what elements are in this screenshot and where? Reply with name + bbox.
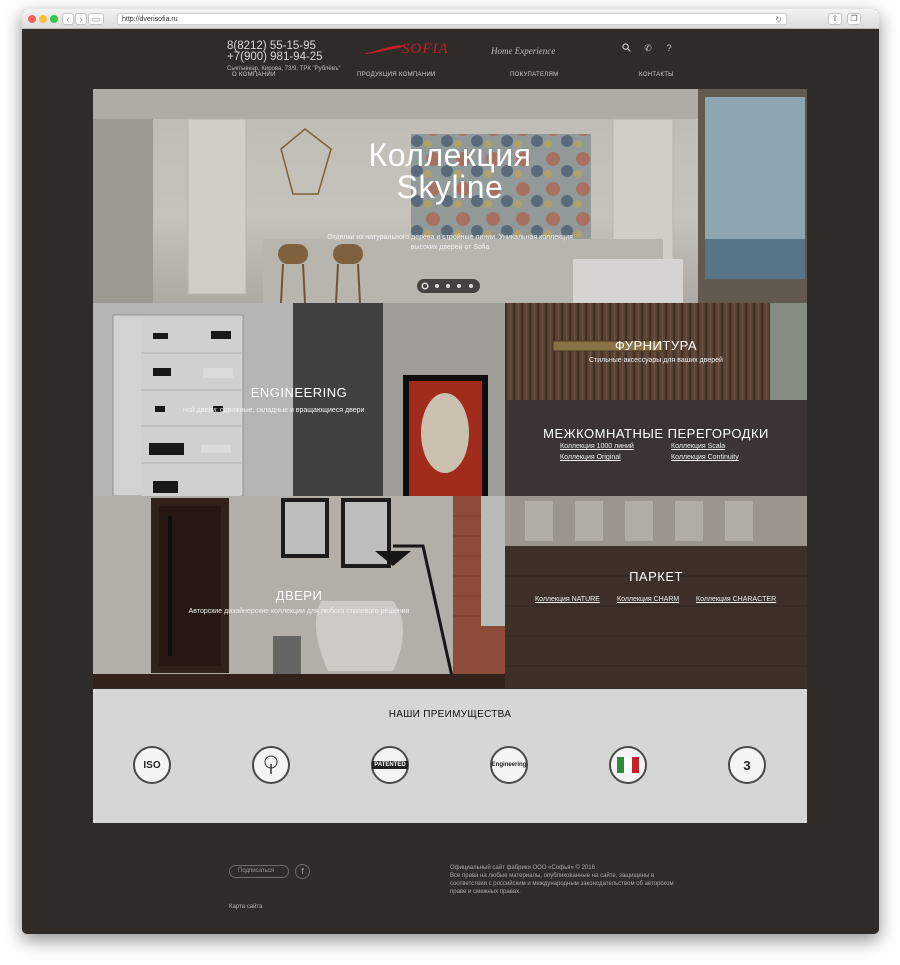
help-icon[interactable]: ? <box>663 43 675 55</box>
tile-hardware[interactable]: ФУРНИТУРА Стильные аксессуары для ваших … <box>505 303 807 400</box>
nav-contacts[interactable]: КОНТАКТЫ <box>639 72 674 78</box>
sitemap-link[interactable]: Карта сайта <box>229 904 262 910</box>
parquet-link-charm[interactable]: Коллекция CHARM <box>617 596 679 603</box>
nav-about[interactable]: О КОМПАНИИ <box>232 72 276 78</box>
slider-dot-4[interactable] <box>457 284 461 288</box>
partitions-title: МЕЖКОМНАТНЫЕ ПЕРЕГОРОДКИ <box>543 426 769 441</box>
contact-block: 8(8212) 55-15-95 +7(900) 981-94-25 Сыкты… <box>227 40 341 75</box>
nav-products[interactable]: ПРОДУКЦИЯ КОМПАНИИ <box>357 72 436 78</box>
close-window-icon[interactable] <box>28 15 36 23</box>
benefits-title: НАШИ ПРЕИМУЩЕСТВА <box>388 709 512 720</box>
doors-subtitle: Авторские дизайнерские коллекции для люб… <box>188 608 410 615</box>
tile-parquet[interactable]: ПАРКЕТ Коллекция NATURE Коллекция CHARM … <box>505 496 807 688</box>
benefits-section: НАШИ ПРЕИМУЩЕСТВА ISO PATENTED Engineeri… <box>93 689 807 823</box>
doors-title: ДВЕРИ <box>275 588 323 603</box>
url-text: http://dverisofia.ru <box>122 16 178 23</box>
forward-button[interactable]: › <box>75 13 87 25</box>
parquet-link-nature[interactable]: Коллекция NATURE <box>535 596 600 603</box>
warranty-badge-icon: 3 <box>728 746 766 784</box>
legal-text: Официальный сайт фабрики ООО «Софья» © 2… <box>450 864 690 896</box>
back-button[interactable]: ‹ <box>62 13 74 25</box>
site-header: 8(8212) 55-15-95 +7(900) 981-94-25 Сыкты… <box>22 29 879 89</box>
hardware-title: ФУРНИТУРА <box>614 338 698 353</box>
logo-swoosh-icon <box>364 45 404 54</box>
hero-subtitle-line2: высоких дверей от Sofia <box>410 244 490 251</box>
nav-customers[interactable]: ПОКУПАТЕЛЯМ <box>510 72 558 78</box>
patented-badge-label: PATENTED <box>372 761 408 769</box>
sidebar-toggle-icon[interactable]: ▭ <box>88 13 104 25</box>
partitions-link-1000[interactable]: Коллекция 1000 линий <box>560 443 634 450</box>
engineering-title: ENGINEERING <box>250 385 348 400</box>
browser-window: ‹ › ▭ http://dverisofia.ru ↻ ⇧ ❐ 8(8212)… <box>22 9 879 934</box>
engineering-badge-label: Engineering <box>491 762 527 768</box>
partitions-link-scala[interactable]: Коллекция Scala <box>671 443 725 450</box>
share-icon[interactable]: ⇧ <box>828 13 842 25</box>
hero-slider[interactable]: Коллекция Skyline Отделки из натуральног… <box>93 89 807 303</box>
slider-dot-1[interactable] <box>423 284 427 288</box>
legal-copyright: Официальный сайт фабрики ООО «Софья» © 2… <box>450 865 595 871</box>
slider-dot-5[interactable] <box>469 284 473 288</box>
phone-icon[interactable]: ✆ <box>642 43 654 55</box>
engineering-badge-icon: Engineering <box>490 746 528 784</box>
site-footer: Подписаться f Карта сайта Официальный са… <box>22 824 879 934</box>
italy-flag-icon <box>617 757 639 773</box>
patented-badge-icon: PATENTED <box>371 746 409 784</box>
warranty-badge-label: 3 <box>743 757 751 773</box>
search-icon[interactable] <box>620 43 632 55</box>
legal-rights: Все права на любые материалы, опубликова… <box>450 873 674 895</box>
made-in-italy-badge-icon <box>609 746 647 784</box>
logo-text: SOFIA <box>402 41 449 57</box>
partitions-link-continuity[interactable]: Коллекция Continuity <box>671 454 739 461</box>
hero-subtitle-line1: Отделки из натурального дерева и стройны… <box>327 234 573 241</box>
tile-partitions[interactable]: МЕЖКОМНАТНЫЕ ПЕРЕГОРОДКИ Коллекция 1000 … <box>505 400 807 496</box>
slider-dot-3[interactable] <box>446 284 450 288</box>
minimize-window-icon[interactable] <box>39 15 47 23</box>
iso-badge-label: ISO <box>143 759 161 771</box>
parquet-image <box>505 496 807 688</box>
parquet-link-character[interactable]: Коллекция CHARACTER <box>696 596 776 603</box>
tabs-icon[interactable]: ❐ <box>847 13 861 25</box>
iso-badge-icon: ISO <box>133 746 171 784</box>
partitions-link-original[interactable]: Коллекция Original <box>560 454 621 461</box>
facebook-icon[interactable]: f <box>295 864 310 879</box>
browser-toolbar: ‹ › ▭ http://dverisofia.ru ↻ ⇧ ❐ <box>22 9 879 29</box>
address-bar[interactable]: http://dverisofia.ru ↻ <box>117 13 787 25</box>
slider-pagination <box>417 279 480 293</box>
maximize-window-icon[interactable] <box>50 15 58 23</box>
tile-engineering[interactable]: ENGINEERING ной двери: сдвижные, складны… <box>93 303 505 496</box>
hardware-subtitle: Стильные аксессуары для ваших дверей <box>589 357 723 364</box>
tile-doors[interactable]: ДВЕРИ Авторские дизайнерские коллекции д… <box>93 496 505 688</box>
slider-dot-2[interactable] <box>435 284 439 288</box>
tree-icon <box>264 755 278 774</box>
tree-badge-icon <box>252 746 290 784</box>
hero-title-line2: Skyline <box>396 169 504 205</box>
subscribe-button[interactable]: Подписаться <box>229 865 289 878</box>
parquet-title: ПАРКЕТ <box>629 569 683 584</box>
engineering-subtitle: ной двери: сдвижные, складные и вращающи… <box>183 407 365 414</box>
sofia-logo[interactable]: SOFIA Home Experience <box>364 41 555 59</box>
logo-tagline: Home Experience <box>491 46 556 56</box>
reload-icon[interactable]: ↻ <box>775 14 782 25</box>
phone-2[interactable]: +7(900) 981-94-25 <box>227 51 341 63</box>
